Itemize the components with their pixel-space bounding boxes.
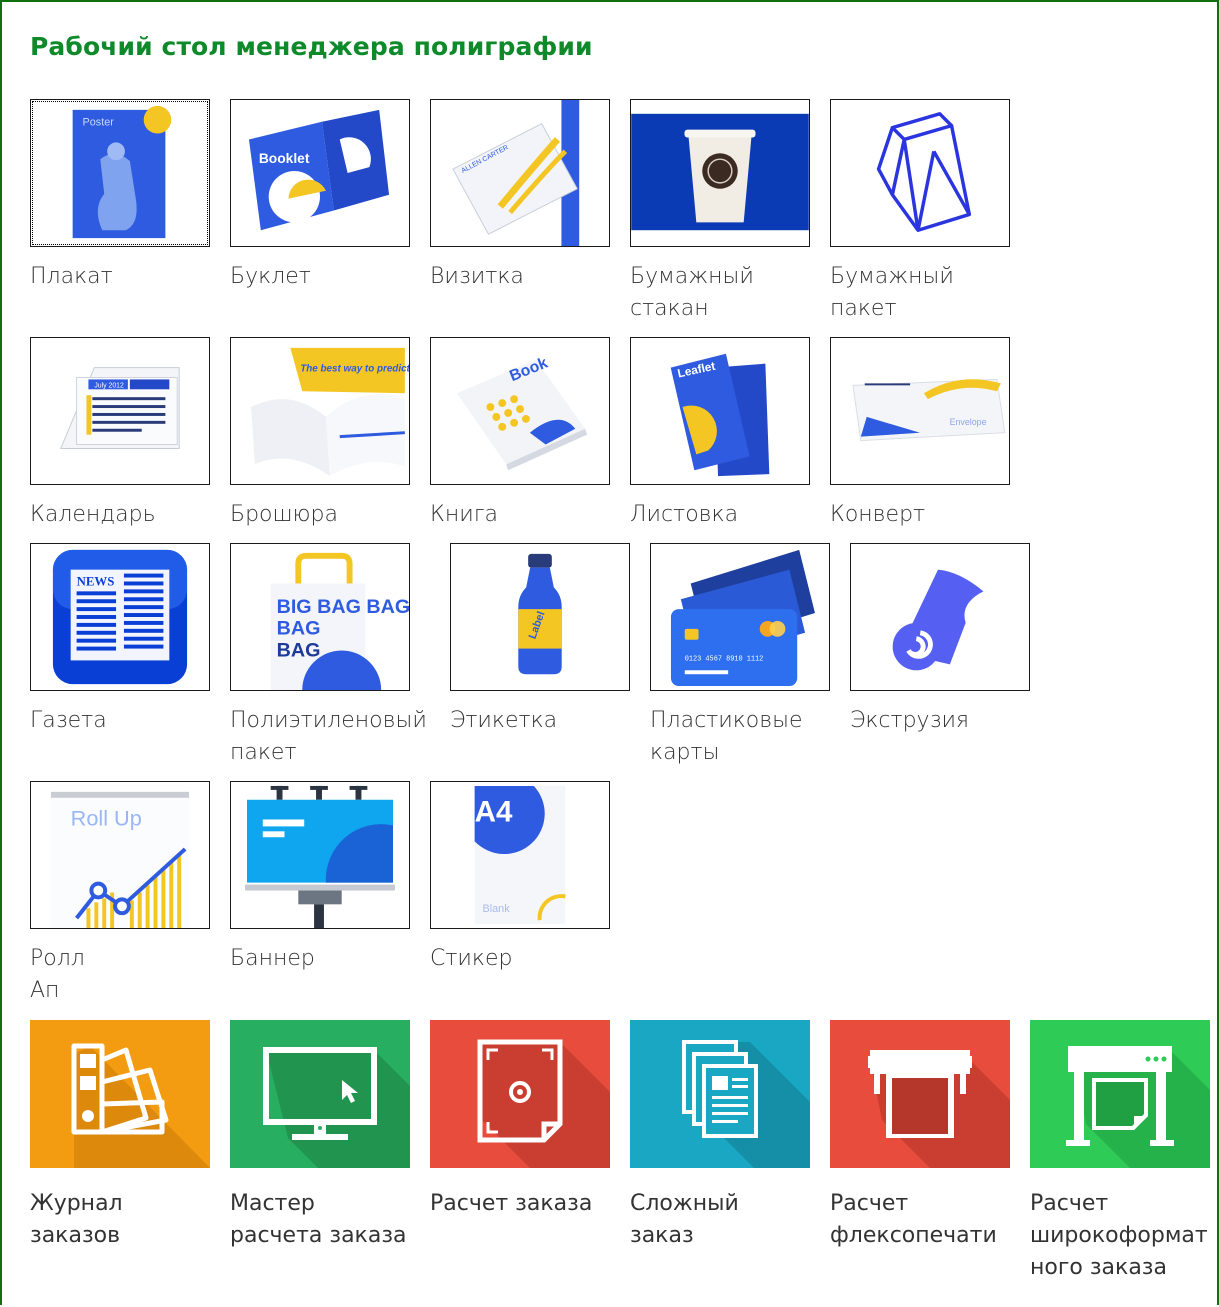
print-layout-icon[interactable] — [430, 1020, 610, 1168]
booklet-icon[interactable]: Booklet — [230, 99, 410, 247]
extrusion-roll-icon[interactable] — [850, 543, 1030, 691]
envelope-icon[interactable]: Envelope — [830, 337, 1010, 485]
product-label: Плакат — [30, 264, 113, 289]
brochure-thumb-text: The best way to predict the future is to… — [300, 364, 409, 375]
product-tile-brochure[interactable]: The best way to predict the future is to… — [230, 337, 412, 531]
product-tile-roll-up[interactable]: Roll Up Ролл Ап — [30, 781, 212, 1007]
function-tile-order-calculation[interactable]: Расчет заказа — [430, 1020, 612, 1220]
plastic-card-thumb-text: 0123 4567 8910 1112 — [685, 655, 764, 663]
product-tile-paper-cup[interactable]: Бумажный стакан — [630, 99, 812, 325]
roll-up-icon[interactable]: Roll Up — [30, 781, 210, 929]
brochure-icon[interactable]: The best way to predict the future is to… — [230, 337, 410, 485]
function-label: Сложный заказ — [630, 1191, 739, 1248]
product-label: Листовка — [630, 502, 739, 527]
product-tile-extrusion[interactable]: Экструзия — [850, 543, 1032, 737]
stacked-documents-icon[interactable] — [630, 1020, 810, 1168]
sticker-icon[interactable]: A4 Blank — [430, 781, 610, 929]
function-label: Журнал заказов — [30, 1191, 123, 1248]
calendar-thumb-text: July 2012 — [94, 382, 124, 389]
product-label: Календарь — [30, 502, 156, 527]
product-label: Бумажный стакан — [630, 264, 754, 321]
function-tile-complex-order[interactable]: Сложный заказ — [630, 1020, 812, 1252]
sticker-thumb-text-2: Blank — [483, 903, 511, 915]
product-label: Конверт — [830, 502, 926, 527]
product-tile-booklet[interactable]: Booklet Буклет — [230, 99, 412, 293]
svg-text:BAG: BAG — [277, 639, 321, 661]
newspaper-thumb-text: NEWS — [77, 574, 115, 588]
product-tile-newspaper[interactable]: NEWS Газета — [30, 543, 212, 737]
flexo-printer-icon[interactable] — [830, 1020, 1010, 1168]
label-bottle-icon[interactable]: Label — [450, 543, 630, 691]
function-tile-wide-format[interactable]: Расчет широкоформат ного заказа — [1030, 1020, 1212, 1284]
product-tile-book[interactable]: Book Книга — [430, 337, 612, 531]
product-label: Баннер — [230, 946, 315, 971]
newspaper-icon[interactable]: NEWS — [30, 543, 210, 691]
product-tile-sticker[interactable]: A4 Blank Стикер — [430, 781, 612, 975]
business-card-icon[interactable]: ALLEN CARTER — [430, 99, 610, 247]
function-label: Расчет заказа — [430, 1191, 593, 1216]
product-tile-calendar[interactable]: July 2012 Календарь — [30, 337, 212, 531]
svg-text:BAG: BAG — [277, 618, 321, 640]
function-tile-order-wizard[interactable]: Мастер расчета заказа — [230, 1020, 412, 1252]
function-label: Расчет флексопечати — [830, 1191, 997, 1248]
sticker-thumb-text: A4 — [475, 795, 513, 828]
product-label: Газета — [30, 708, 107, 733]
plastic-bag-thumb-text: BIG BAG BAG — [277, 596, 409, 618]
product-label: Бумажный пакет — [830, 264, 954, 321]
product-label: Экструзия — [850, 708, 969, 733]
function-label: Расчет широкоформат ного заказа — [1030, 1191, 1208, 1280]
poster-icon[interactable]: Poster — [30, 99, 210, 247]
product-tile-envelope[interactable]: Envelope Конверт — [830, 337, 1012, 531]
product-tile-plastic-cards[interactable]: 0123 4567 8910 1112 Пластиковые карты — [650, 543, 832, 769]
page-title: Рабочий стол менеджера полиграфии — [30, 32, 593, 61]
product-label: Этикетка — [450, 708, 558, 733]
swatch-book-icon[interactable] — [30, 1020, 210, 1168]
function-tile-flexo[interactable]: Расчет флексопечати — [830, 1020, 1012, 1252]
book-icon[interactable]: Book — [430, 337, 610, 485]
product-label: Ролл Ап — [30, 946, 85, 1003]
product-label: Визитка — [430, 264, 524, 289]
paper-cup-icon[interactable] — [630, 99, 810, 247]
product-tile-poster[interactable]: Poster Плакат — [30, 99, 212, 293]
product-label: Полиэтиленовый пакет — [230, 708, 427, 765]
envelope-thumb-text: Envelope — [950, 417, 987, 427]
function-tile-order-journal[interactable]: Журнал заказов — [30, 1020, 212, 1252]
product-tile-banner[interactable]: Баннер — [230, 781, 412, 975]
desktop-panel: Рабочий стол менеджера полиграфии Poster… — [0, 0, 1219, 1305]
product-tile-business-card[interactable]: ALLEN CARTER Визитка — [430, 99, 612, 293]
monitor-cursor-icon[interactable] — [230, 1020, 410, 1168]
product-label: Пластиковые карты — [650, 708, 803, 765]
function-label: Мастер расчета заказа — [230, 1191, 407, 1248]
plotter-icon[interactable] — [1030, 1020, 1210, 1168]
product-label: Стикер — [430, 946, 513, 971]
plastic-card-icon[interactable]: 0123 4567 8910 1112 — [650, 543, 830, 691]
product-tile-plastic-bag[interactable]: BIG BAG BAG BAG BAG Полиэтиленовый пакет — [230, 543, 427, 769]
paper-bag-icon[interactable] — [830, 99, 1010, 247]
product-tile-leaflet[interactable]: Leaflet Листовка — [630, 337, 812, 531]
product-label: Книга — [430, 502, 498, 527]
calendar-icon[interactable]: July 2012 — [30, 337, 210, 485]
product-label: Брошюра — [230, 502, 339, 527]
product-label: Буклет — [230, 264, 311, 289]
poster-thumb-text: Poster — [83, 117, 115, 129]
billboard-icon[interactable] — [230, 781, 410, 929]
product-tile-paper-bag[interactable]: Бумажный пакет — [830, 99, 1012, 325]
product-tile-label[interactable]: Label Этикетка — [450, 543, 632, 737]
leaflet-icon[interactable]: Leaflet — [630, 337, 810, 485]
plastic-bag-icon[interactable]: BIG BAG BAG BAG BAG — [230, 543, 410, 691]
booklet-thumb-text: Booklet — [259, 150, 310, 166]
roll-up-thumb-text: Roll Up — [71, 805, 142, 830]
